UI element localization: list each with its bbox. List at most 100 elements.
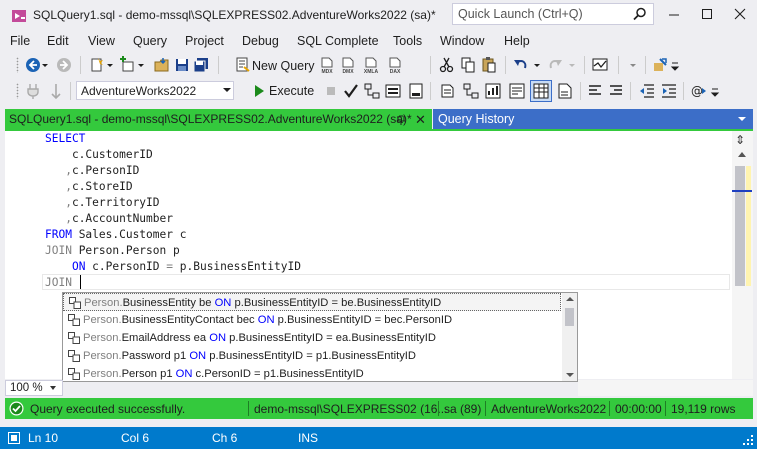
save-icon[interactable] — [173, 56, 191, 74]
search-dropdown-icon[interactable] — [629, 56, 637, 74]
results-to-file-icon[interactable] — [556, 82, 574, 100]
resize-grip-icon[interactable] — [742, 434, 754, 446]
menu-window[interactable]: Window — [440, 34, 484, 48]
code-line[interactable]: JOIN Person.Person p — [45, 244, 180, 257]
query-options-icon[interactable] — [384, 82, 402, 100]
toolbar-grip[interactable] — [16, 83, 19, 99]
chevron-down-icon[interactable] — [50, 386, 56, 390]
open-file-icon[interactable] — [153, 56, 171, 74]
dax-label: DAX — [389, 69, 401, 75]
save-all-icon[interactable] — [192, 56, 210, 74]
client-stats-icon[interactable] — [484, 82, 502, 100]
results-to-text-icon[interactable] — [508, 82, 526, 100]
split-editor-icon[interactable]: ⇕ — [735, 133, 745, 147]
toolbar-overflow-icon[interactable] — [710, 82, 720, 100]
code-line[interactable]: ,c.AccountNumber — [45, 212, 173, 225]
status-char-number: Ch 6 — [212, 431, 238, 445]
toolbar-overflow-icon[interactable] — [670, 56, 680, 74]
properties-icon[interactable] — [651, 56, 669, 74]
maximize-icon[interactable] — [697, 5, 717, 23]
menu-help[interactable]: Help — [504, 34, 530, 48]
live-stats-icon[interactable] — [462, 82, 480, 100]
menu-query[interactable]: Query — [133, 34, 167, 48]
undo-icon[interactable] — [512, 56, 530, 74]
suggestion-on-keyword: ON — [209, 332, 227, 344]
suggestion-scrollbar[interactable] — [562, 293, 577, 381]
intellisense-icon[interactable] — [407, 82, 425, 100]
scroll-down-arrow-icon[interactable] — [566, 373, 574, 377]
code-line[interactable]: ON c.PersonID = p.BusinessEntityID — [45, 260, 301, 273]
quick-launch-input[interactable]: Quick Launch (Ctrl+Q) — [452, 3, 654, 25]
suggestion-item[interactable]: Person.BusinessEntity be ON p.BusinessEn… — [63, 293, 561, 311]
new-project-icon[interactable] — [88, 56, 106, 74]
uncomment-icon[interactable] — [607, 82, 625, 100]
new-dropdown-icon[interactable] — [106, 56, 114, 74]
search-icon[interactable] — [633, 7, 647, 21]
new-query-icon[interactable] — [233, 56, 251, 74]
scroll-up-arrow-icon[interactable] — [566, 297, 574, 301]
cut-icon[interactable] — [438, 56, 456, 74]
menu-bar: File Edit View Query Project Debug SQL C… — [0, 31, 757, 51]
menu-project[interactable]: Project — [185, 34, 224, 48]
execute-button[interactable]: Execute — [269, 84, 314, 98]
code-line[interactable]: ,c.TerritoryID — [45, 196, 159, 209]
code-line[interactable]: JOIN — [45, 276, 72, 289]
include-plan-icon[interactable] — [439, 82, 457, 100]
new-query-button[interactable]: New Query — [252, 59, 315, 73]
suggestion-item[interactable]: Person.EmailAddress ea ON p.BusinessEnti… — [63, 329, 561, 347]
add-item-icon[interactable] — [118, 56, 136, 74]
copy-icon[interactable] — [459, 56, 477, 74]
execute-icon[interactable] — [250, 82, 268, 100]
chevron-down-icon[interactable] — [223, 88, 231, 92]
status-line-number: Ln 10 — [28, 431, 59, 445]
scroll-up-arrow-icon[interactable] — [738, 152, 746, 157]
add-dropdown-icon[interactable] — [137, 56, 145, 74]
scrollbar-thumb[interactable] — [735, 166, 745, 286]
menu-view[interactable]: View — [88, 34, 115, 48]
suggestion-condition: p.BusinessEntityID = be.BusinessEntityID — [231, 297, 442, 309]
results-to-grid-icon[interactable] — [530, 80, 552, 102]
code-token: , — [45, 212, 72, 225]
code-token: c.PersonID — [71, 164, 140, 177]
menu-sql-complete[interactable]: SQL Complete — [297, 34, 379, 48]
undo-dropdown-icon[interactable] — [533, 56, 541, 74]
suggestion-item[interactable]: Person.BusinessEntityContact bec ON p.Bu… — [63, 311, 561, 329]
code-line[interactable]: ,c.PersonID — [45, 164, 139, 177]
code-line[interactable]: FROM Sales.Customer c — [45, 228, 186, 241]
tab-close-icon[interactable]: ✕ — [415, 112, 426, 128]
editor-horizontal-scrollbar[interactable] — [578, 380, 753, 396]
menu-debug[interactable]: Debug — [242, 34, 279, 48]
specify-values-icon[interactable]: @ — [690, 82, 708, 100]
pin-icon[interactable] — [396, 115, 406, 125]
code-token: , — [45, 164, 72, 177]
tab-query-history[interactable]: Query History — [433, 109, 753, 130]
estimated-plan-icon[interactable] — [363, 82, 381, 100]
code-token: c.AccountNumber — [71, 212, 173, 225]
tab-list-dropdown-icon[interactable] — [738, 117, 746, 121]
decrease-indent-icon[interactable] — [638, 82, 656, 100]
comment-out-icon[interactable] — [586, 82, 604, 100]
toolbar-separator — [630, 82, 631, 100]
menu-file[interactable]: File — [10, 34, 30, 48]
code-line[interactable]: SELECT — [45, 132, 85, 145]
minimize-icon[interactable] — [664, 5, 684, 23]
increase-indent-icon[interactable] — [660, 82, 678, 100]
back-dropdown-icon[interactable] — [41, 56, 49, 74]
suggestion-item[interactable]: Person.Password p1 ON p.BusinessEntityID… — [63, 347, 561, 365]
parse-checkmark-icon[interactable] — [342, 82, 360, 100]
suggestion-condition: p.BusinessEntityID = ea.BusinessEntityID — [226, 332, 436, 344]
toolbar-grip[interactable] — [16, 57, 19, 73]
tab-sqlquery1[interactable]: SQLQuery1.sql - demo-mssql\SQLEXPRESS02.… — [5, 109, 432, 130]
status-row-count: 19,119 rows — [671, 402, 736, 416]
activity-monitor-icon[interactable] — [591, 56, 609, 74]
close-icon[interactable] — [730, 5, 750, 23]
menu-edit[interactable]: Edit — [47, 34, 69, 48]
menu-tools[interactable]: Tools — [393, 34, 422, 48]
back-icon[interactable] — [24, 56, 42, 74]
code-line[interactable]: ,c.StoreID — [45, 180, 132, 193]
suggestion-item[interactable]: Person.Person p1 ON c.PersonID = p1.Busi… — [63, 365, 561, 383]
database-select[interactable]: AdventureWorks2022 — [76, 81, 234, 100]
paste-icon[interactable] — [480, 56, 498, 74]
code-line[interactable]: c.CustomerID — [45, 148, 153, 161]
scrollbar-thumb[interactable] — [565, 308, 574, 326]
